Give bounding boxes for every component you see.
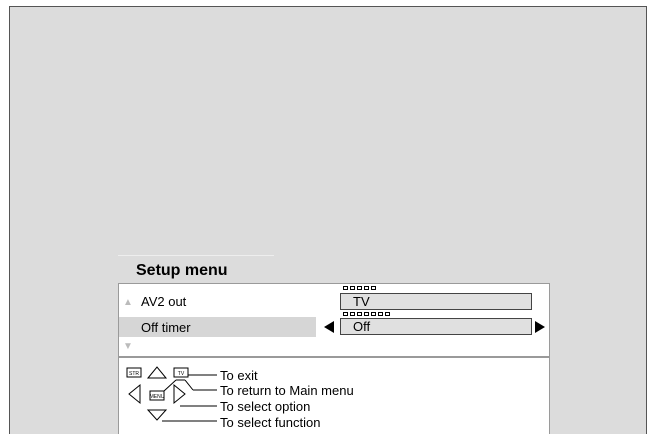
help-select-option-text: To select option <box>220 399 311 414</box>
av2-out-indicator-dots <box>343 286 376 290</box>
av2-out-value[interactable]: TV <box>340 293 532 310</box>
right-arrow-icon[interactable] <box>535 321 545 333</box>
up-scroll-icon[interactable]: ▲ <box>123 297 133 308</box>
help-exit-text: To exit <box>220 368 258 383</box>
menu-title-tab: Setup menu <box>118 255 274 285</box>
key-menu-label: MENU <box>150 394 165 400</box>
off-timer-value[interactable]: Off <box>340 318 532 335</box>
av2-out-label[interactable]: AV2 out <box>141 294 186 309</box>
off-timer-label[interactable]: Off timer <box>141 320 191 335</box>
key-tv-label: TV <box>178 371 185 377</box>
remote-keypad-icon: STR TV MENU <box>126 366 217 422</box>
left-arrow-icon[interactable] <box>324 321 334 333</box>
down-scroll-icon[interactable]: ▼ <box>123 341 133 352</box>
right-key-icon <box>173 383 186 405</box>
menu-title: Setup menu <box>136 262 228 279</box>
help-panel: STR TV MENU To exit To return to Main me… <box>118 357 550 434</box>
down-key-icon <box>146 409 168 421</box>
key-str-label: STR <box>129 371 139 377</box>
setup-menu-panel: ▲ AV2 out TV Off timer Off ▼ <box>118 283 550 357</box>
up-key-icon <box>146 366 168 379</box>
off-timer-indicator-dots <box>343 312 390 316</box>
help-return-text: To return to Main menu <box>220 383 354 398</box>
help-select-function-text: To select function <box>220 415 321 430</box>
left-key-icon <box>128 383 141 405</box>
